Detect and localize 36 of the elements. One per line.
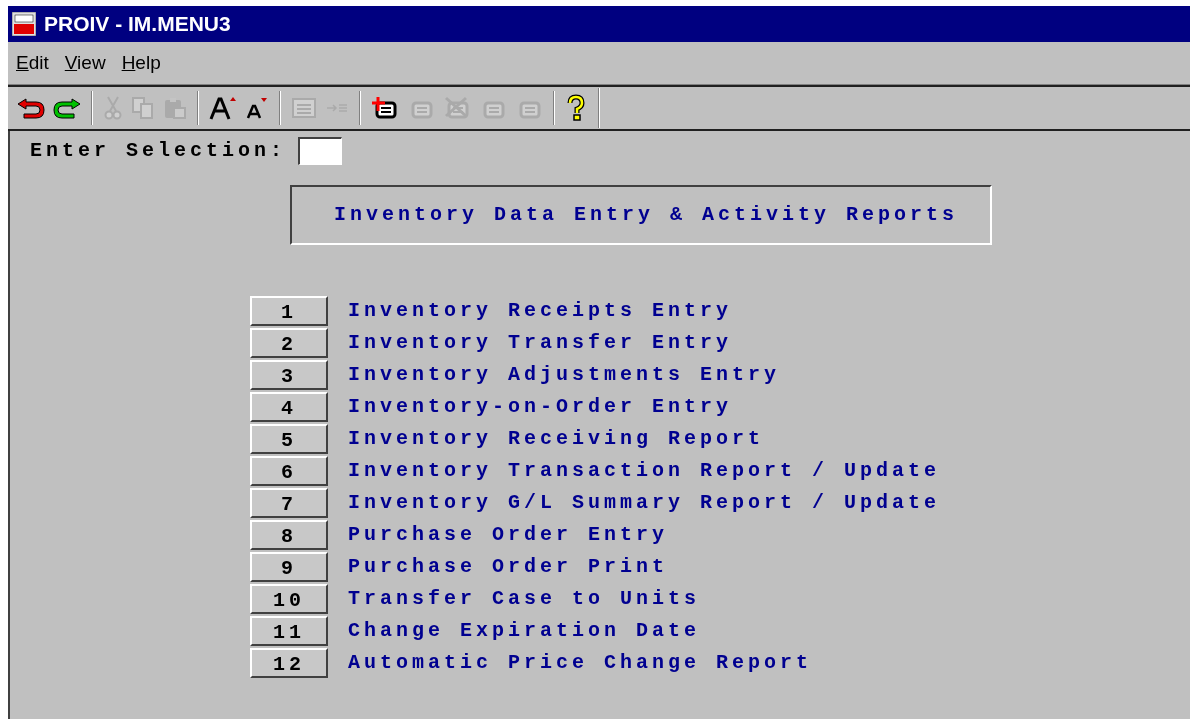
undo-arrow-icon[interactable] <box>16 95 46 122</box>
option-label: Inventory Receiving Report <box>348 426 765 452</box>
option-number-button[interactable]: 4 <box>250 392 328 422</box>
option-label: Inventory G/L Summary Report / Update <box>348 490 941 516</box>
selection-input[interactable] <box>298 137 343 165</box>
option-label: Purchase Order Entry <box>348 522 669 548</box>
option-number-button[interactable]: 10 <box>250 584 328 614</box>
option-label: Purchase Order Print <box>348 554 669 580</box>
option-label: Inventory Transaction Report / Update <box>348 458 941 484</box>
option-label: Inventory Receipts Entry <box>348 298 733 324</box>
option-label: Inventory Adjustments Entry <box>348 362 781 388</box>
selection-label: Enter Selection: <box>30 138 287 164</box>
app-logo-icon <box>12 11 36 36</box>
menu-heading: Inventory Data Entry & Activity Reports <box>334 202 959 228</box>
menu-item[interactable]: Edit <box>16 48 49 78</box>
option-number-button[interactable]: 2 <box>250 328 328 358</box>
option-number-button[interactable]: 12 <box>250 648 328 678</box>
option-number-button[interactable]: 8 <box>250 520 328 550</box>
option-number-button[interactable]: 9 <box>250 552 328 582</box>
option-number-button[interactable]: 5 <box>250 424 328 454</box>
menu-item[interactable]: View <box>64 48 106 78</box>
window-title: PROIV - IM.MENU3 <box>44 11 231 38</box>
add-record-icon[interactable] <box>370 95 400 122</box>
option-number-button[interactable]: 7 <box>250 488 328 518</box>
option-number-button[interactable]: 3 <box>250 360 328 390</box>
option-number-button[interactable]: 6 <box>250 456 328 486</box>
option-label: Inventory-on-Order Entry <box>348 394 733 420</box>
option-label: Change Expiration Date <box>348 618 701 644</box>
option-number-button[interactable]: 1 <box>250 296 328 326</box>
redo-arrow-icon[interactable] <box>52 95 82 122</box>
option-label: Transfer Case to Units <box>348 586 701 612</box>
menu-item[interactable]: Help <box>121 48 161 78</box>
large-a-icon[interactable] <box>208 95 238 122</box>
option-label: Inventory Transfer Entry <box>348 330 733 356</box>
option-number-button[interactable]: 11 <box>250 616 328 646</box>
option-label: Automatic Price Change Report <box>348 650 813 676</box>
